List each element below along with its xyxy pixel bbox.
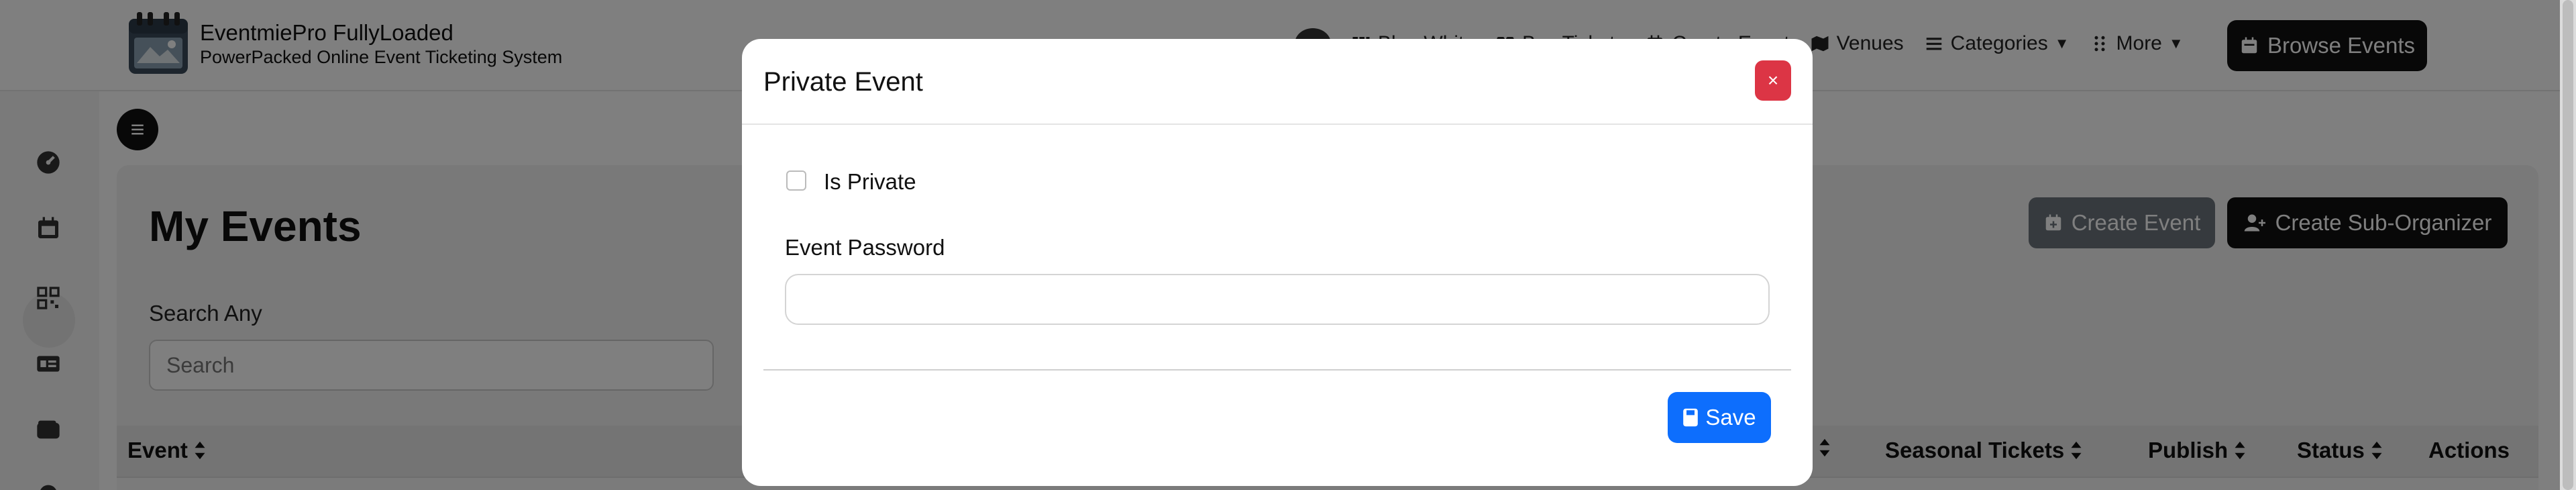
modal-title: Private Event bbox=[763, 67, 923, 97]
is-private-checkbox[interactable] bbox=[786, 170, 806, 191]
save-button[interactable]: Save bbox=[1668, 392, 1771, 443]
close-button[interactable]: × bbox=[1755, 60, 1791, 101]
save-label: Save bbox=[1705, 405, 1756, 430]
private-event-modal: Private Event × Is Private Event Passwor… bbox=[742, 39, 1813, 486]
event-password-field[interactable] bbox=[785, 274, 1770, 325]
modal-footer-divider bbox=[763, 369, 1791, 371]
is-private-label[interactable]: Is Private bbox=[824, 169, 916, 195]
modal-header-divider bbox=[742, 124, 1813, 125]
page-scrollbar-thumb[interactable] bbox=[2563, 0, 2573, 490]
event-password-label: Event Password bbox=[785, 235, 945, 260]
floppy-disk-icon bbox=[1683, 408, 1699, 427]
close-icon: × bbox=[1767, 70, 1779, 91]
